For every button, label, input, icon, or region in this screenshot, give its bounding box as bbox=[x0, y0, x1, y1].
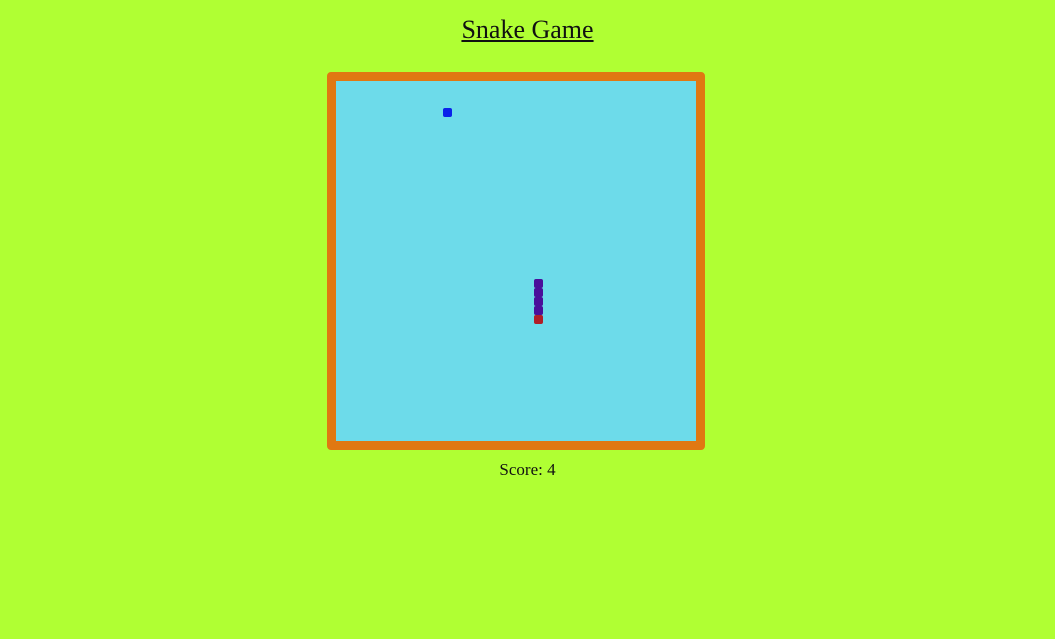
page-title: Snake Game bbox=[461, 15, 594, 44]
food-pellet bbox=[443, 108, 452, 117]
snake-body-segment bbox=[534, 297, 543, 306]
game-page: Snake Game Score: 4 bbox=[0, 0, 1055, 639]
snake-body-segment bbox=[534, 279, 543, 288]
score-label: Score: bbox=[499, 460, 548, 479]
snake-body-segment bbox=[534, 288, 543, 297]
score-display: Score: 4 bbox=[0, 460, 1055, 480]
snake-head bbox=[534, 315, 543, 324]
game-board[interactable] bbox=[327, 72, 705, 450]
snake-body-segment bbox=[534, 306, 543, 315]
score-value: 4 bbox=[547, 460, 556, 479]
